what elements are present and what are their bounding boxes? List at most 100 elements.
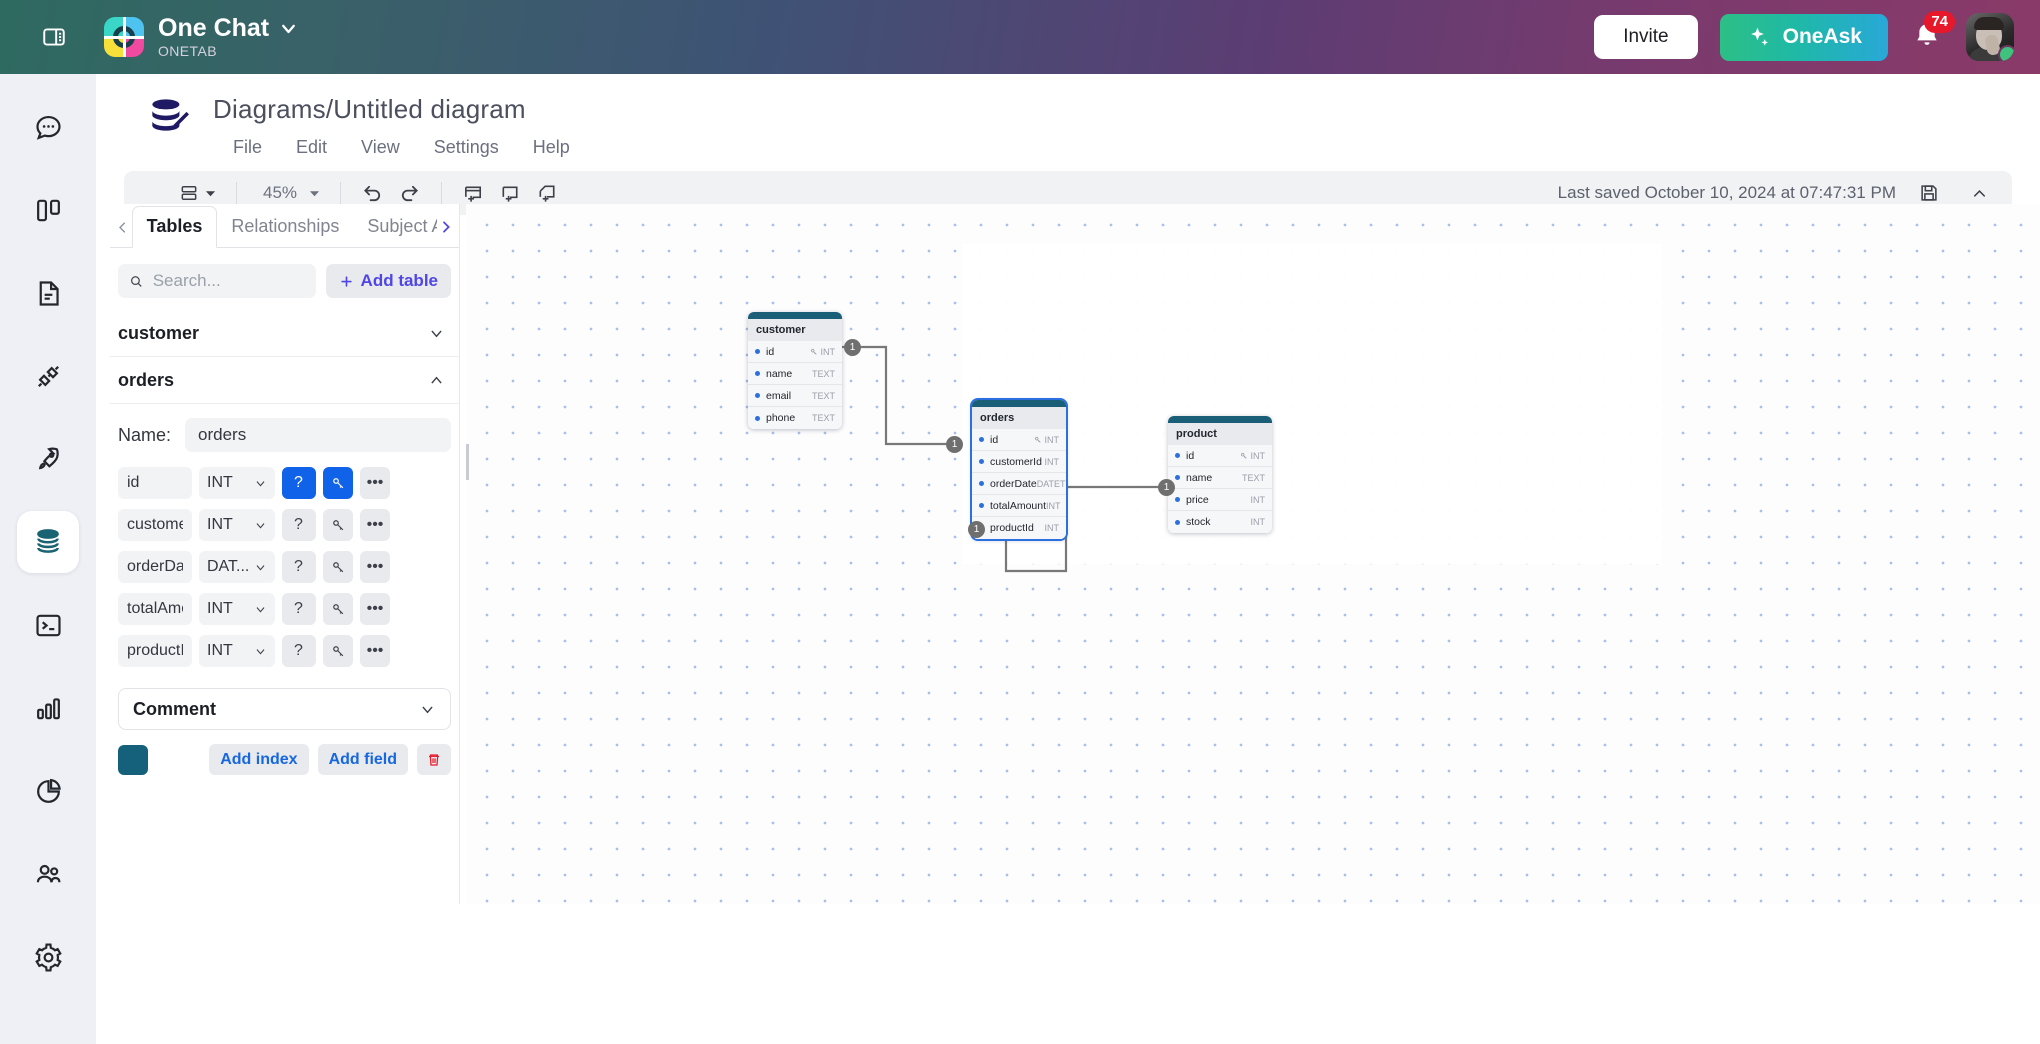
er-field[interactable]: totalAmount INT [972,495,1066,517]
brand[interactable]: One Chat ONETAB [104,15,299,59]
workspace-name: ONETAB [158,44,299,59]
field-more-options[interactable]: ••• [360,551,390,583]
table-color-swatch[interactable] [118,745,148,775]
field-primary-key-toggle[interactable] [323,635,353,667]
field-row: INT ? ••• [110,630,459,672]
key-icon [1034,436,1042,444]
rail-item-settings[interactable] [17,926,79,988]
oneask-button[interactable]: OneAsk [1720,14,1888,61]
er-field-type: DATETIME [1037,479,1066,489]
field-nullable-toggle[interactable]: ? [282,551,316,583]
search-input[interactable] [153,271,305,291]
rail-item-analytics[interactable] [17,677,79,739]
field-type-select[interactable]: INT [199,509,275,541]
field-nullable-toggle[interactable]: ? [282,509,316,541]
tab-tables[interactable]: Tables [132,206,218,248]
table-list-item-orders[interactable]: orders [110,357,459,404]
er-field-type: TEXT [812,391,835,401]
add-index-button[interactable]: Add index [209,744,308,775]
field-dot-icon [979,481,984,486]
field-type-select[interactable]: DAT... [199,551,275,583]
field-type-select[interactable]: INT [199,635,275,667]
er-field[interactable]: id INT [1168,445,1272,467]
rail-item-terminal[interactable] [17,594,79,656]
table-name-input[interactable] [185,418,451,452]
page-title: Diagrams/Untitled diagram [213,94,570,125]
er-field[interactable]: id INT [972,429,1066,451]
tab-relationships[interactable]: Relationships [217,207,353,247]
field-primary-key-toggle[interactable] [323,509,353,541]
er-field[interactable]: customerId INT [972,451,1066,473]
er-field-type: INT [1251,517,1266,527]
field-primary-key-toggle[interactable] [323,467,353,499]
menu-help[interactable]: Help [533,137,570,158]
er-field[interactable]: id INT [748,341,842,363]
field-type-select[interactable]: INT [199,467,275,499]
field-nullable-toggle[interactable]: ? [282,467,316,499]
er-field[interactable]: productId INT [972,517,1066,539]
notifications-button[interactable]: 74 [1910,20,1944,54]
type-text: INT [1045,435,1060,445]
panel-toggle-icon[interactable] [34,17,74,57]
rail-item-reports[interactable] [17,760,79,822]
field-name-input[interactable] [118,551,192,583]
diagram-canvas[interactable]: 1 1 1 1 customer id INT name TEXT [466,204,2040,904]
er-field[interactable]: stock INT [1168,511,1272,533]
invite-button[interactable]: Invite [1594,15,1697,59]
er-table-orders[interactable]: orders id INT customerId INT orderDate D… [972,400,1066,539]
chevron-down-icon [254,561,267,574]
menu-edit[interactable]: Edit [296,137,327,158]
field-name-input[interactable] [118,467,192,499]
er-field[interactable]: name TEXT [1168,467,1272,489]
menu-settings[interactable]: Settings [434,137,499,158]
tabs-scroll-left[interactable] [114,207,132,247]
field-type-select[interactable]: INT [199,593,275,625]
chevron-down-icon[interactable] [278,18,299,39]
er-table-customer[interactable]: customer id INT name TEXT email TEXT [748,312,842,429]
er-field[interactable]: price INT [1168,489,1272,511]
menu-view[interactable]: View [361,137,400,158]
field-name-input[interactable] [118,635,192,667]
field-name-input[interactable] [118,509,192,541]
delete-table-button[interactable] [417,744,451,775]
field-more-options[interactable]: ••• [360,509,390,541]
field-more-options[interactable]: ••• [360,593,390,625]
er-table-product[interactable]: product id INT name TEXT price INT [1168,416,1272,533]
tabs-scroll-right[interactable] [437,207,455,247]
menu-file[interactable]: File [233,137,262,158]
er-field[interactable]: email TEXT [748,385,842,407]
tab-subject-areas[interactable]: Subject A [353,207,437,247]
er-field[interactable]: orderDate DATETIME [972,473,1066,495]
rail-item-rocket[interactable] [17,428,79,490]
er-field[interactable]: phone TEXT [748,407,842,429]
field-nullable-toggle[interactable]: ? [282,593,316,625]
key-icon [331,476,346,491]
online-status-dot [1998,45,2014,61]
chevron-down-icon[interactable] [428,325,445,342]
field-dot-icon [979,503,984,508]
field-primary-key-toggle[interactable] [323,593,353,625]
search-box[interactable] [118,264,316,298]
table-list-item-customer[interactable]: customer [110,310,459,357]
comment-section[interactable]: Comment [118,688,451,730]
rail-item-kanban[interactable] [17,179,79,241]
avatar[interactable] [1966,13,2014,61]
field-more-options[interactable]: ••• [360,635,390,667]
field-more-options[interactable]: ••• [360,467,390,499]
rail-item-chat[interactable] [17,96,79,158]
add-field-button[interactable]: Add field [318,744,408,775]
rail-item-users[interactable] [17,843,79,905]
chevron-up-icon[interactable] [428,372,445,389]
field-nullable-toggle[interactable]: ? [282,635,316,667]
rail-item-document[interactable] [17,262,79,324]
panel-tabs: Tables Relationships Subject A [110,204,459,248]
add-table-panel-button[interactable]: Add table [326,264,451,298]
er-field[interactable]: name TEXT [748,363,842,385]
rail-item-connections[interactable] [17,345,79,407]
er-field-name: email [766,390,791,402]
rail-item-database[interactable] [17,511,79,573]
field-name-input[interactable] [118,593,192,625]
add-note-icon [499,182,522,205]
tables-panel: Tables Relationships Subject A Add table… [110,204,460,904]
field-primary-key-toggle[interactable] [323,551,353,583]
